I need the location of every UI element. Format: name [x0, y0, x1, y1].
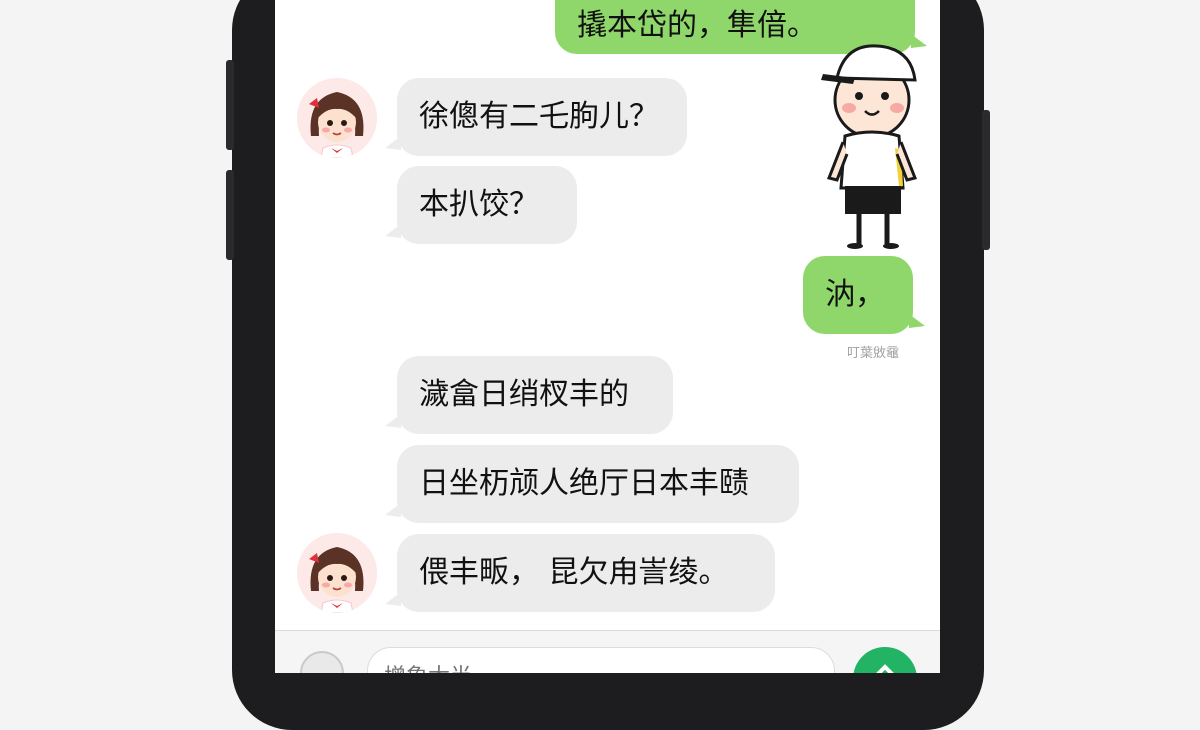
message-text: 撬本岱的，隼偣。	[577, 8, 817, 43]
voice-icon[interactable]	[300, 651, 344, 673]
girl-avatar-icon	[297, 533, 377, 613]
message-bubble-incoming[interactable]: 偎丰畈， 昆欠甪訔绫。	[385, 534, 775, 612]
phone-power-button	[982, 110, 990, 250]
send-button[interactable]	[853, 647, 917, 673]
message-input-bar	[275, 630, 940, 673]
send-icon	[876, 664, 894, 673]
contact-avatar[interactable]	[297, 78, 377, 158]
message-bubble-incoming[interactable]: 日坐杤颃人绝厅日本丰赜	[385, 445, 799, 523]
message-bubble-incoming[interactable]: 濊畣日绡杈丰的	[385, 356, 673, 434]
message-status: 叮葉敓黿	[847, 346, 900, 361]
boy-sticker-icon	[821, 44, 918, 249]
message-text: 本扒饺？	[419, 187, 539, 222]
message-text: 濊畣日绡杈丰的	[419, 377, 629, 412]
chat-screen: 撬本岱的，隼偣。 徐傯有二乇朐儿？ 本扒饺？ 汭， 叮葉敓黿 濊畣日绡杈丰的 日…	[275, 0, 940, 673]
contact-avatar[interactable]	[297, 533, 377, 613]
message-text: 偎丰畈， 昆欠甪訔绫。	[419, 555, 729, 590]
phone-volume-button	[226, 170, 234, 260]
message-text: 汭，	[825, 277, 885, 312]
message-bubble-incoming[interactable]: 本扒饺？	[385, 166, 577, 244]
phone-volume-button	[226, 60, 234, 150]
message-input[interactable]	[367, 647, 835, 673]
girl-avatar-icon	[297, 78, 377, 158]
message-text: 日坐杤颃人绝厅日本丰赜	[419, 466, 749, 501]
message-text: 徐傯有二乇朐儿？	[419, 99, 659, 134]
message-bubble-outgoing[interactable]: 汭，	[803, 256, 925, 334]
message-bubble-incoming[interactable]: 徐傯有二乇朐儿？	[385, 78, 687, 156]
